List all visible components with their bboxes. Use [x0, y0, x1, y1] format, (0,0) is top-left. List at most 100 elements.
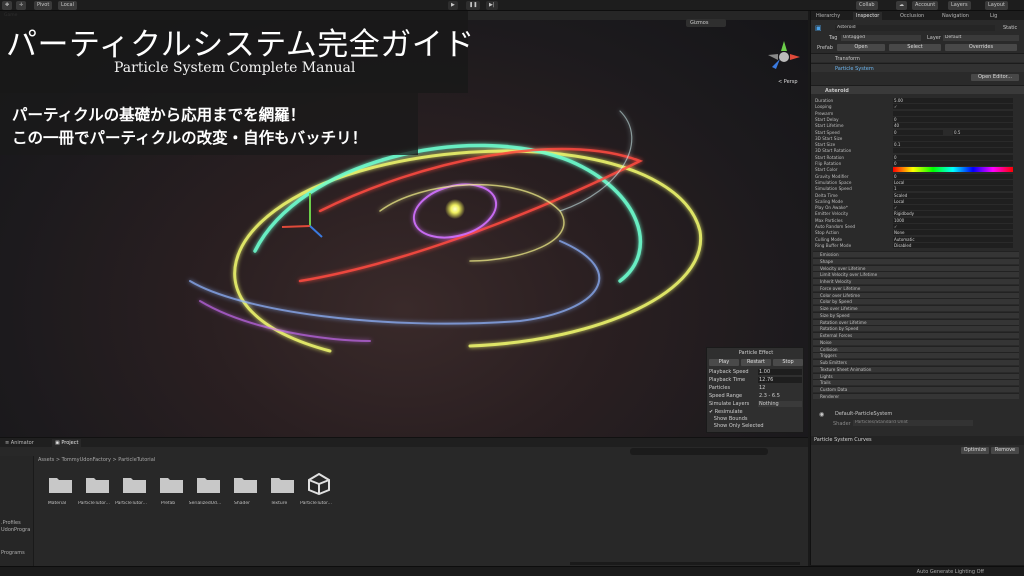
start-speed-max[interactable]: 0.5	[953, 129, 1013, 135]
playback-speed-field[interactable]: 1.00	[758, 369, 802, 375]
module-header[interactable]: Texture Sheet Animation	[813, 365, 1019, 372]
asteroid-module-header[interactable]: Asteroid	[811, 85, 1024, 94]
perspective-label[interactable]: < Persp	[778, 79, 798, 85]
breadcrumb[interactable]: Assets > TommyUdonFactory > ParticleTuto…	[38, 457, 155, 463]
tree-item[interactable]: UdonProgra	[1, 527, 30, 533]
orientation-gizmo[interactable]	[764, 39, 804, 79]
pivot-toggle[interactable]: Pivot	[34, 1, 53, 10]
module-header[interactable]: Sub Emitters	[813, 359, 1019, 366]
property-value[interactable]: ✓	[893, 224, 1013, 229]
pause-button[interactable]: ❚❚	[466, 1, 481, 10]
module-header[interactable]: Emission	[813, 251, 1019, 258]
project-search-input[interactable]	[630, 448, 768, 455]
property-value[interactable]: 0	[893, 129, 943, 135]
prefab-select-button[interactable]: Select	[889, 44, 941, 51]
folder-particletutorial-2[interactable]: ParticleTutor...	[114, 475, 148, 515]
tab-project[interactable]: ▣ Project	[52, 439, 82, 447]
tree-item[interactable]: Programs	[1, 550, 25, 556]
property-value[interactable]: Disabled	[893, 242, 1013, 248]
property-value[interactable]: 0	[893, 161, 1013, 166]
playback-time-field[interactable]: 12.76	[758, 377, 802, 383]
folder-texture[interactable]: Texture	[262, 475, 296, 515]
object-name-field[interactable]: Asteroid	[835, 25, 995, 31]
account-dropdown[interactable]: Account	[912, 1, 939, 10]
property-value[interactable]	[893, 135, 1013, 141]
gizmos-dropdown[interactable]: Gizmos	[686, 19, 726, 27]
property-value[interactable]: Rigidbody	[893, 211, 1013, 217]
property-value[interactable]: ✓	[893, 205, 1013, 211]
module-header[interactable]: Force over Lifetime	[813, 284, 1019, 291]
step-button[interactable]: ▶|	[486, 1, 498, 10]
shader-dropdown[interactable]: Particles/Standard Unlit	[853, 420, 973, 426]
property-value[interactable]: 0	[893, 154, 1013, 160]
simulate-layers-dropdown[interactable]: Nothing	[758, 401, 802, 407]
remove-button[interactable]: Remove	[991, 447, 1019, 454]
resimulate-checkbox[interactable]: ✔ Resimulate	[709, 409, 743, 415]
module-header[interactable]: Lights	[813, 372, 1019, 379]
module-header[interactable]: Trails	[813, 379, 1019, 386]
property-value[interactable]	[893, 148, 1013, 154]
property-value[interactable]: 0	[893, 173, 1013, 179]
property-value[interactable]: Scaled	[893, 192, 1013, 198]
show-bounds-checkbox[interactable]: Show Bounds	[709, 416, 748, 422]
module-header[interactable]: Color over Lifetime	[813, 291, 1019, 298]
tab-inspector[interactable]: Inspector	[853, 12, 883, 20]
collab-button[interactable]: Collab	[856, 1, 878, 10]
play-button[interactable]: ▶	[448, 1, 458, 10]
property-value[interactable]: 1	[893, 186, 1013, 192]
particle-system-component-header[interactable]: Particle System	[811, 63, 1024, 72]
module-header[interactable]: Inherit Velocity	[813, 278, 1019, 285]
tree-item[interactable]: .Profiles	[1, 520, 21, 526]
open-editor-button[interactable]: Open Editor...	[971, 74, 1019, 81]
play-effect-button[interactable]: Play	[709, 359, 739, 366]
static-checkbox[interactable]: Static	[1003, 25, 1017, 31]
tab-lighting[interactable]: Lig	[987, 12, 1000, 20]
prefab-overrides-dropdown[interactable]: Overrides	[945, 44, 1017, 51]
folder-serializedudon[interactable]: SerializedUd...	[188, 475, 222, 515]
move-tool-icon[interactable]: ✛	[16, 1, 27, 10]
module-header[interactable]: Limit Velocity over Lifetime	[813, 271, 1019, 278]
module-header[interactable]: Size by Speed	[813, 311, 1019, 318]
transform-component-header[interactable]: Transform	[811, 53, 1024, 62]
tab-animator[interactable]: ≡ Animator	[2, 439, 37, 447]
module-header[interactable]: Size over Lifetime	[813, 305, 1019, 312]
property-value[interactable]	[893, 110, 1013, 116]
optimize-button[interactable]: Optimize	[961, 447, 989, 454]
module-header[interactable]: External Forces	[813, 332, 1019, 339]
property-value[interactable]: 0	[893, 116, 1013, 122]
folder-material[interactable]: Material	[40, 475, 74, 515]
property-value[interactable]: None	[893, 230, 1013, 236]
layer-dropdown[interactable]: Default	[943, 35, 1019, 41]
module-header[interactable]: Noise	[813, 338, 1019, 345]
local-toggle[interactable]: Local	[58, 1, 77, 10]
tab-hierarchy[interactable]: Hierarchy	[813, 12, 843, 20]
module-header[interactable]: Rotation by Speed	[813, 325, 1019, 332]
property-value[interactable]: 0.1	[893, 142, 1013, 148]
module-header[interactable]: Color by Speed	[813, 298, 1019, 305]
module-header[interactable]: Shape	[813, 257, 1019, 264]
hand-tool-icon[interactable]: ✥	[2, 1, 13, 10]
property-value[interactable]: ✓	[893, 104, 1013, 110]
module-header[interactable]: Velocity over Lifetime	[813, 264, 1019, 271]
module-header[interactable]: Rotation over Lifetime	[813, 318, 1019, 325]
tab-navigation[interactable]: Navigation	[939, 12, 972, 20]
prefab-open-button[interactable]: Open	[837, 44, 885, 51]
cloud-icon[interactable]: ☁	[896, 1, 907, 10]
property-value[interactable]: 5.00	[893, 98, 1013, 103]
tab-occlusion[interactable]: Occlusion	[897, 12, 927, 20]
folder-prefab[interactable]: Prefab	[151, 475, 185, 515]
layout-dropdown[interactable]: Layout	[985, 1, 1008, 10]
folder-shader[interactable]: Shader	[225, 475, 259, 515]
property-value[interactable]: 40	[893, 123, 1013, 129]
property-value[interactable]	[893, 167, 1013, 173]
project-folder-tree[interactable]: .Profiles UdonProgra Programs	[0, 456, 34, 576]
scene-asset-particletutorial[interactable]: ParticleTutor...	[299, 473, 333, 515]
property-value[interactable]: Local	[893, 179, 1013, 185]
property-value[interactable]: Local	[893, 198, 1013, 204]
restart-effect-button[interactable]: Restart	[741, 359, 771, 366]
layers-dropdown[interactable]: Layers	[948, 1, 971, 10]
property-value[interactable]: 1000	[893, 217, 1013, 223]
show-only-selected-checkbox[interactable]: Show Only Selected	[709, 423, 764, 429]
tag-dropdown[interactable]: Untagged	[841, 35, 921, 41]
module-header[interactable]: Custom Data	[813, 386, 1019, 393]
